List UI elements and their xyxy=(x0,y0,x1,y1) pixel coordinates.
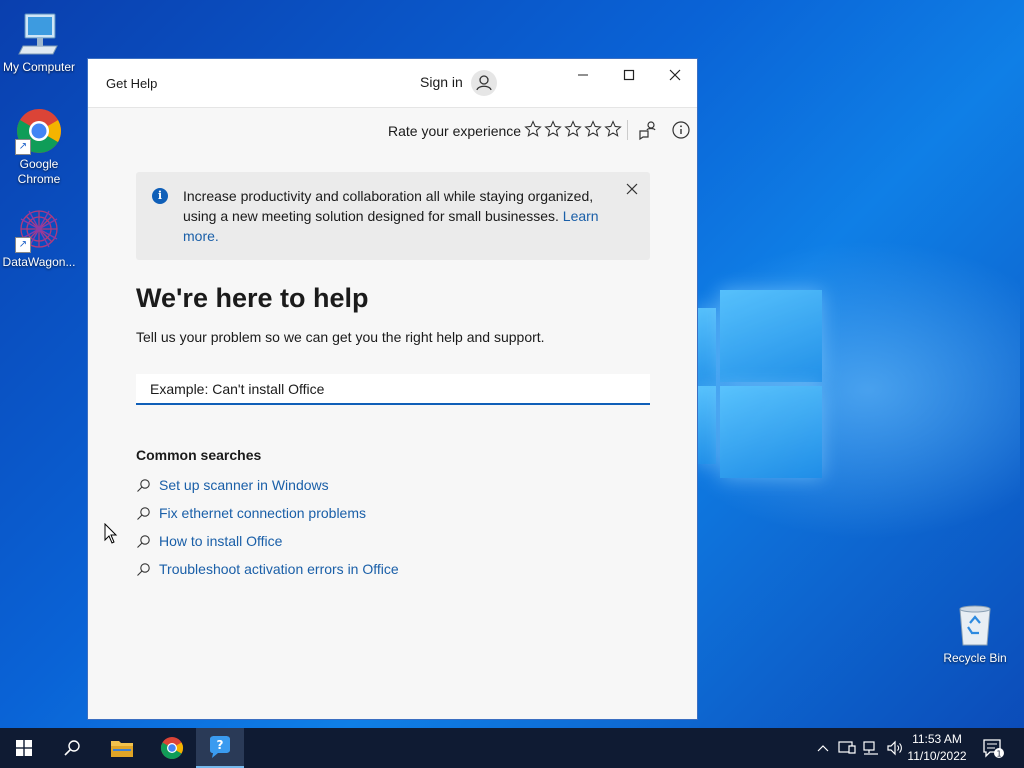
rate-experience-label: Rate your experience xyxy=(388,123,522,139)
svg-text:?: ? xyxy=(217,738,224,752)
get-help-window: Get Help Sign in Rate your experience i … xyxy=(87,58,698,720)
common-search-label: Troubleshoot activation errors in Office xyxy=(159,561,399,577)
tray-security-button[interactable] xyxy=(836,728,858,768)
common-search-link[interactable]: Fix ethernet connection problems xyxy=(136,503,366,523)
desktop-icon-label: Recycle Bin xyxy=(943,651,1007,665)
chevron-up-icon xyxy=(817,745,829,752)
show-hidden-icons-button[interactable] xyxy=(812,728,834,768)
contact-support-icon[interactable] xyxy=(637,119,659,141)
feedback-toolbar: Rate your experience xyxy=(88,107,697,151)
info-icon[interactable] xyxy=(670,119,692,141)
shortcut-arrow-icon: ↗ xyxy=(15,237,31,253)
datawagon-icon: ↗ xyxy=(15,205,63,253)
taskbar-chrome[interactable] xyxy=(148,728,196,768)
banner-text: Increase productivity and collaboration … xyxy=(183,188,594,224)
clock-time: 11:53 AM xyxy=(912,732,962,746)
toolbar-divider xyxy=(627,120,628,140)
page-heading: We're here to help xyxy=(136,283,369,313)
desktop-icon-label: My Computer xyxy=(2,60,76,74)
taskbar: ? 11:53 AM 11/10/2022 1 xyxy=(0,728,1024,768)
common-search-link[interactable]: Set up scanner in Windows xyxy=(136,475,329,495)
recycle-bin-icon xyxy=(951,601,999,649)
folder-icon xyxy=(111,741,133,757)
taskbar-clock[interactable]: 11:53 AM 11/10/2022 xyxy=(904,731,970,765)
clock-date: 11/10/2022 xyxy=(907,749,967,763)
action-center-button[interactable]: 1 xyxy=(980,728,1006,768)
speaker-icon xyxy=(887,740,902,756)
chrome-icon xyxy=(161,737,183,759)
windows-logo-wallpaper xyxy=(698,290,822,480)
banner-close-icon[interactable] xyxy=(624,181,640,197)
star-icon[interactable] xyxy=(604,120,622,138)
window-title: Get Help xyxy=(106,76,158,91)
common-search-label: How to install Office xyxy=(159,533,283,549)
common-searches-title: Common searches xyxy=(136,447,262,463)
desktop-icon-recycle-bin[interactable]: Recycle Bin xyxy=(936,601,1014,666)
common-search-link[interactable]: Troubleshoot activation errors in Office xyxy=(136,559,399,579)
notification-badge: 1 xyxy=(996,750,1001,759)
desktop-icon-label: DataWagon... xyxy=(2,255,76,269)
star-icon[interactable] xyxy=(564,120,582,138)
close-button[interactable] xyxy=(652,59,698,91)
shortcut-arrow-icon: ↗ xyxy=(15,139,31,155)
star-icon[interactable] xyxy=(524,120,542,138)
search-icon xyxy=(137,478,150,492)
user-avatar-icon[interactable] xyxy=(471,70,497,96)
search-icon xyxy=(137,534,150,548)
minimize-button[interactable] xyxy=(560,59,606,91)
title-bar: Get Help Sign in xyxy=(88,59,697,108)
info-circle-icon: i xyxy=(152,188,168,204)
page-subheading: Tell us your problem so we can get you t… xyxy=(136,329,545,345)
tray-volume-button[interactable] xyxy=(884,728,906,768)
search-icon xyxy=(64,740,80,756)
start-button[interactable] xyxy=(0,728,48,768)
mouse-cursor-icon xyxy=(104,522,118,549)
taskbar-file-explorer[interactable] xyxy=(98,728,146,768)
desktop-icon-datawagon[interactable]: ↗ DataWagon... xyxy=(0,205,78,270)
common-search-link[interactable]: How to install Office xyxy=(136,531,282,551)
search-input[interactable] xyxy=(136,374,650,405)
tray-network-button[interactable] xyxy=(860,728,882,768)
search-icon xyxy=(137,506,150,520)
monitor-security-icon xyxy=(838,741,856,754)
common-search-label: Set up scanner in Windows xyxy=(159,477,329,493)
common-search-label: Fix ethernet connection problems xyxy=(159,505,366,521)
network-icon xyxy=(863,741,878,755)
info-banner: i Increase productivity and collaboratio… xyxy=(136,172,650,260)
maximize-button[interactable] xyxy=(606,59,652,91)
get-help-icon: ? xyxy=(210,736,230,758)
desktop-icon-label: Google Chrome xyxy=(17,157,61,186)
star-rating[interactable] xyxy=(524,120,622,138)
taskbar-get-help[interactable]: ? xyxy=(196,728,244,768)
search-icon xyxy=(137,562,150,576)
chrome-icon: ↗ xyxy=(15,107,63,155)
taskbar-search-button[interactable] xyxy=(48,728,96,768)
star-icon[interactable] xyxy=(544,120,562,138)
desktop-icon-my-computer[interactable]: My Computer xyxy=(0,10,78,75)
sign-in-button[interactable]: Sign in xyxy=(420,74,463,90)
computer-icon xyxy=(15,10,63,58)
star-icon[interactable] xyxy=(584,120,602,138)
notification-icon: 1 xyxy=(983,739,1004,759)
banner-message: Increase productivity and collaboration … xyxy=(183,186,613,246)
windows-start-icon xyxy=(16,740,32,756)
desktop-icon-google-chrome[interactable]: ↗ Google Chrome xyxy=(0,107,78,187)
